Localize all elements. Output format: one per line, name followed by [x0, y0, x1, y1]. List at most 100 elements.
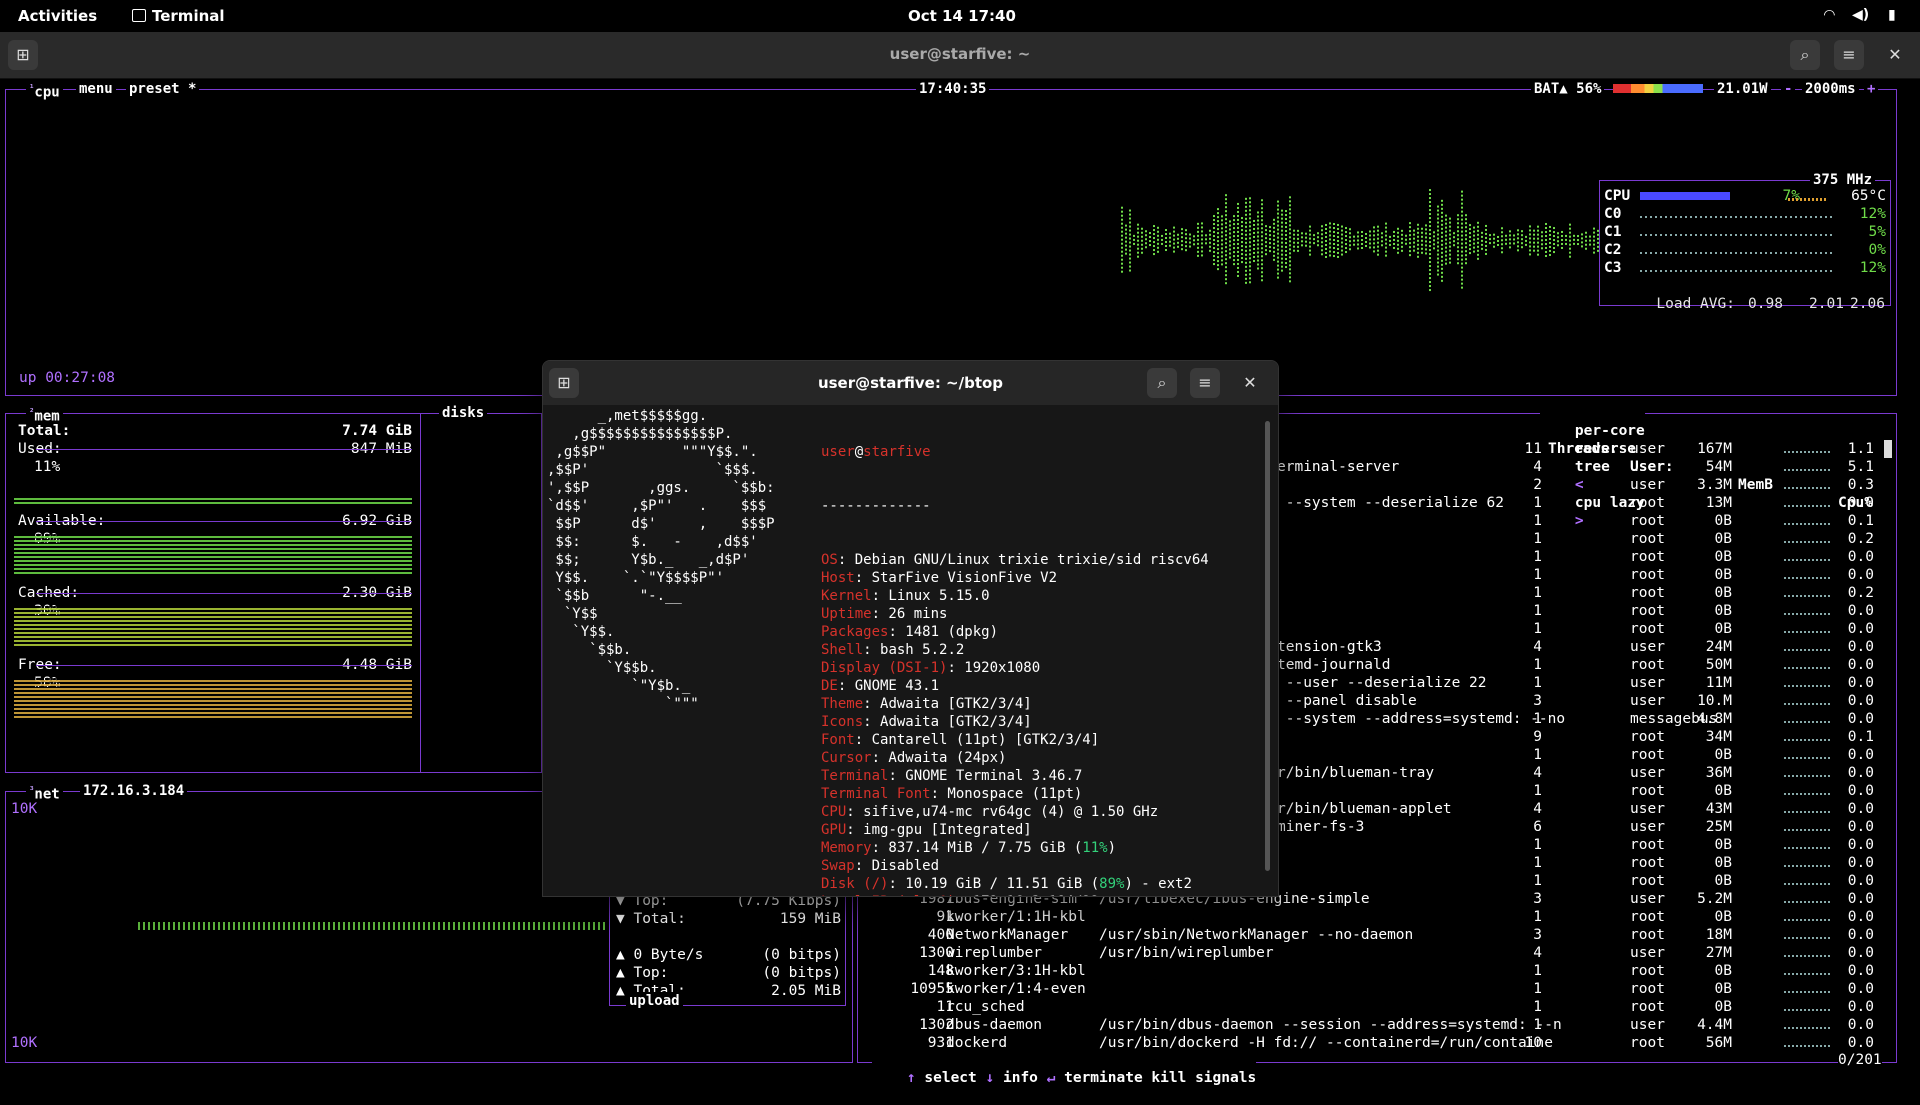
table-row[interactable]: 10955 kworker/1:4-even 1 root 0B 0.0 [858, 980, 1896, 998]
mem-pane: ²mem Total: 7.74 GiB Used: 847 MiB 11% Availa… [5, 404, 421, 773]
cpu-graph-dot [1529, 233, 1531, 236]
interval-readout[interactable]: 2000ms [1802, 80, 1859, 98]
proc-threads: 4 [1533, 945, 1542, 961]
cpu-graph-dot [1385, 234, 1387, 237]
cpu-graph-dot [1385, 226, 1387, 229]
table-row[interactable]: 1300 wireplumber/usr/bin/wireplumber 4 user… [858, 944, 1896, 962]
proc-user: user [1630, 441, 1665, 457]
cpu-graph-dot [1237, 254, 1239, 257]
cpu-graph-dot [1577, 235, 1579, 238]
popup-search-button[interactable]: ⌕ [1147, 368, 1177, 398]
proc-cpu: 0.0 [1847, 963, 1874, 979]
cpu-graph-dot [1429, 229, 1431, 232]
signals-action[interactable]: signals [1195, 1070, 1256, 1086]
cpu-total-bar [1640, 192, 1730, 200]
volume-icon[interactable]: ◀) [1852, 7, 1869, 23]
cpu-graph-dot [1369, 238, 1371, 241]
table-row[interactable]: 931 dockerd/usr/bin/dockerd -H fd:// --co… [858, 1034, 1896, 1052]
app-menu[interactable]: Terminal [132, 7, 225, 25]
interval-increase[interactable]: + [1864, 80, 1879, 98]
cpu-graph-dot [1261, 207, 1263, 210]
cpu-graph-dot [1493, 241, 1495, 244]
net-stat-label: ▲ 0 Byte/s [616, 947, 704, 963]
cpu-graph-dot [1237, 230, 1239, 233]
proc-mem: 18M [1705, 927, 1732, 943]
cpu-graph-dot [1289, 272, 1291, 275]
kill-action[interactable]: kill [1151, 1070, 1186, 1086]
cpu-graph-dot [1437, 237, 1439, 240]
cpu-graph-dot [1429, 273, 1431, 276]
table-row[interactable]: 11 rcu_sched 1 root 0B 0.0 [858, 998, 1896, 1016]
cpu-graph-dot [1325, 243, 1327, 246]
cpu-graph-dot [1317, 244, 1319, 247]
cpu-graph-dot [1289, 260, 1291, 263]
cpu-graph-dot [1237, 270, 1239, 273]
cpu-graph-dot [1537, 233, 1539, 236]
cpu-graph-dot [1461, 218, 1463, 221]
proc-cpu: 0.0 [1847, 945, 1874, 961]
popup-scrollbar[interactable] [1265, 421, 1270, 871]
menu-button[interactable]: ≡ [1834, 40, 1864, 70]
table-row[interactable]: 91 kworker/1:1H-kbl 1 root 0B 0.0 [858, 908, 1896, 926]
cpu-graph-dot [1545, 254, 1547, 257]
cpu-graph-dot [1193, 239, 1195, 242]
cpu-graph-dot [1437, 245, 1439, 248]
cpu-graph-dot [1249, 281, 1251, 284]
popup-menu-button[interactable]: ≡ [1190, 368, 1220, 398]
menu-label[interactable]: menu [76, 80, 116, 98]
cpu-graph-dot [1425, 236, 1427, 239]
cpu-graph-dot [1461, 250, 1463, 253]
proc-command: miner-fs-3 [1277, 819, 1365, 835]
clock[interactable]: Oct 14 17:40 [908, 7, 1016, 25]
cpu-graph-dot [1345, 243, 1347, 246]
cpu-graph-dot [1265, 233, 1267, 236]
search-button[interactable]: ⌕ [1790, 40, 1820, 70]
preset-label[interactable]: preset * [126, 80, 200, 98]
cpu-graph-dot [1445, 250, 1447, 253]
cpu-graph-dot [1225, 278, 1227, 281]
cpu-graph-dot [1437, 209, 1439, 212]
proc-mem: 4.4M [1697, 1017, 1732, 1033]
table-row[interactable]: 400 NetworkManager/usr/sbin/NetworkManage… [858, 926, 1896, 944]
cpu-graph-dot [1253, 235, 1255, 238]
cpu-graph-dot [1257, 243, 1259, 246]
proc-user: root [1630, 981, 1665, 997]
cpu-graph-dot [1381, 232, 1383, 235]
cpu-graph-dot [1153, 253, 1155, 256]
popup-close-button[interactable]: ✕ [1235, 368, 1265, 398]
select-action[interactable]: select [924, 1070, 976, 1086]
cpu-pane-title[interactable]: ¹cpu [26, 80, 63, 102]
table-row[interactable]: 148 kworker/3:1H-kbl 1 root 0B 0.0 [858, 962, 1896, 980]
cpu-graph-dot [1249, 217, 1251, 220]
cpu-graph-dot [1225, 226, 1227, 229]
cpu-graph-dot [1269, 246, 1271, 249]
cpu-graph-dot [1177, 237, 1179, 240]
cpu-graph-dot [1545, 238, 1547, 241]
close-button[interactable]: ✕ [1880, 40, 1910, 70]
scrollbar-thumb[interactable] [1884, 440, 1892, 458]
cpu-graph-dot [1213, 235, 1215, 238]
cpu-graph-dot [1249, 269, 1251, 272]
cpu-graph-dot [1529, 245, 1531, 248]
cpu-graph-dot [1233, 251, 1235, 254]
cpu-graph-dot [1361, 230, 1363, 233]
wifi-icon[interactable]: ◠ [1824, 7, 1835, 23]
info-action[interactable]: info [1003, 1070, 1038, 1086]
proc-name: dockerd [946, 1035, 1008, 1051]
activities-button[interactable]: Activities [18, 7, 97, 25]
cpu-graph-dot [1137, 247, 1139, 250]
proc-footer: ↑ select ↓ info ↵ terminate kill signals [872, 1051, 1257, 1105]
interval-decrease[interactable]: - [1781, 80, 1796, 98]
disks-pane-title[interactable]: disks [439, 404, 488, 422]
terminate-action[interactable]: terminate [1064, 1070, 1143, 1086]
battery-icon[interactable]: ▮ [1888, 7, 1896, 23]
proc-mem: 0B [1714, 963, 1732, 979]
cpu-graph-dot [1137, 239, 1139, 242]
cpu-graph-dot [1197, 226, 1199, 229]
core-percent: 12% [1859, 206, 1886, 222]
cpu-graph-dot [1373, 230, 1375, 233]
table-row[interactable]: 1302 dbus-daemon/usr/bin/dbus-daemon --se… [858, 1016, 1896, 1034]
cpu-graph-dot [1137, 255, 1139, 258]
cpu-graph-dot [1217, 244, 1219, 247]
cpu-graph-dot [1313, 242, 1315, 245]
